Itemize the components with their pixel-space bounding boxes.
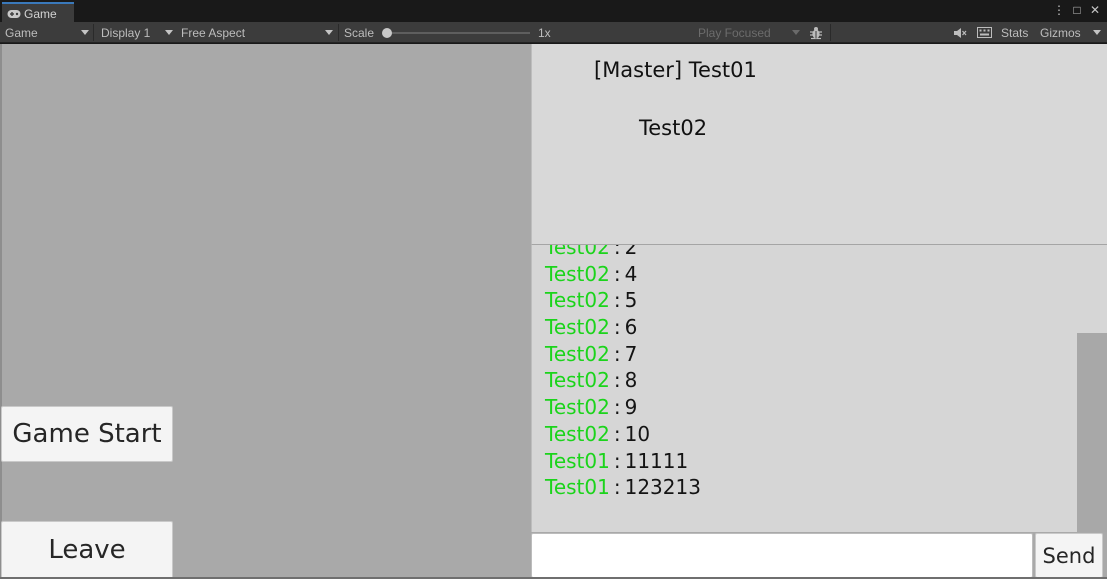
chat-sender-name: Test02 (545, 421, 610, 446)
player-entry-master: [Master] Test01 (594, 58, 757, 82)
toolbar-divider (93, 24, 94, 41)
game-view-toolbar: Game Display 1 Free Aspect Scale 1x Play… (0, 22, 1107, 43)
chat-sender-name: Test02 (545, 245, 610, 259)
play-mode-label: Play Focused (698, 25, 771, 40)
chat-separator: : (613, 395, 621, 420)
leave-button[interactable]: Leave (1, 521, 173, 579)
chevron-down-icon (165, 30, 173, 35)
chat-message: Test01:123213 (545, 474, 701, 501)
chat-message: Test02:2 (545, 245, 701, 261)
play-mode-dropdown[interactable]: Play Focused (698, 22, 802, 43)
chat-message-text: 7 (624, 341, 638, 366)
chat-message: Test02:10 (545, 421, 701, 448)
chat-message: Test02:5 (545, 287, 701, 314)
scale-slider-track[interactable] (386, 32, 530, 34)
chat-separator: : (613, 288, 621, 313)
scale-label: Scale (344, 25, 375, 40)
chat-sender-name: Test01 (545, 475, 610, 500)
gamepad-icon (7, 10, 21, 18)
game-start-button[interactable]: Game Start (1, 406, 173, 462)
chat-message-text: 123213 (624, 475, 701, 500)
chat-message: Test02:6 (545, 314, 701, 341)
scale-value: 1x (538, 25, 551, 40)
bug-icon[interactable] (809, 22, 823, 43)
chat-message-text: 5 (624, 288, 638, 313)
stats-button[interactable]: Stats (1001, 22, 1028, 43)
scale-slider-handle[interactable] (382, 28, 392, 38)
chat-separator: : (613, 341, 621, 366)
chevron-down-icon (81, 30, 89, 35)
chat-message: Test02:4 (545, 261, 701, 288)
display-dropdown[interactable]: Display 1 (101, 22, 175, 43)
aspect-label: Free Aspect (181, 25, 246, 40)
view-mode-dropdown[interactable]: Game (5, 22, 90, 43)
chevron-down-icon (792, 30, 800, 35)
display-label: Display 1 (101, 25, 151, 40)
chat-message-text: 9 (624, 395, 638, 420)
chat-message-text: 8 (624, 368, 638, 393)
chat-message-text: 10 (624, 421, 651, 446)
chat-message-text: 6 (624, 315, 638, 340)
chat-separator: : (613, 448, 621, 473)
viewport-edge (0, 44, 2, 579)
chat-message-text: 11111 (624, 448, 689, 473)
chevron-down-icon (325, 30, 333, 35)
window-tab-bar: Game ⋮ □ ✕ (0, 0, 1107, 22)
keyboard-icon[interactable] (977, 22, 992, 43)
send-button[interactable]: Send (1035, 533, 1103, 578)
chat-message-text: 2 (624, 245, 638, 259)
chat-separator: : (613, 368, 621, 393)
chat-separator: : (613, 475, 621, 500)
chat-separator: : (613, 421, 621, 446)
tab-label: Game (24, 7, 57, 21)
chat-separator: : (613, 315, 621, 340)
chevron-down-icon (1093, 30, 1101, 35)
chat-message-list: Test02:2 Test02:4 Test02:5 Test02:6 Test02:7… (545, 245, 701, 501)
aspect-dropdown[interactable]: Free Aspect (181, 22, 333, 43)
chat-input[interactable] (531, 533, 1033, 578)
player-entry: Test02 (639, 116, 708, 140)
chat-message-text: 4 (624, 261, 638, 286)
chat-message: Test01:11111 (545, 448, 701, 475)
tab-game[interactable]: Game (2, 2, 74, 22)
player-list-panel: [Master] Test01 Test02 (531, 44, 1107, 245)
chat-sender-name: Test02 (545, 368, 610, 393)
close-icon[interactable]: ✕ (1089, 3, 1101, 17)
view-mode-label: Game (5, 25, 38, 40)
chat-sender-name: Test02 (545, 261, 610, 286)
chat-sender-name: Test02 (545, 315, 610, 340)
chat-message: Test02:9 (545, 394, 701, 421)
chat-log-panel[interactable]: Test02:2 Test02:4 Test02:5 Test02:6 Test02:7… (531, 245, 1107, 532)
more-options-icon[interactable]: ⋮ (1053, 3, 1065, 17)
gizmos-dropdown[interactable]: Gizmos (1040, 22, 1104, 43)
chat-message: Test02:8 (545, 367, 701, 394)
window-controls: ⋮ □ ✕ (1053, 3, 1101, 17)
chat-message: Test02:7 (545, 341, 701, 368)
chat-sender-name: Test01 (545, 448, 610, 473)
chat-scrollbar[interactable] (1077, 333, 1107, 532)
mute-audio-icon[interactable] (953, 22, 967, 43)
chat-sender-name: Test02 (545, 395, 610, 420)
chat-separator: : (613, 245, 621, 259)
gizmos-label: Gizmos (1040, 25, 1081, 40)
toolbar-divider (830, 24, 831, 41)
toolbar-divider (338, 24, 339, 41)
chat-sender-name: Test02 (545, 288, 610, 313)
chat-separator: : (613, 261, 621, 286)
chat-sender-name: Test02 (545, 341, 610, 366)
maximize-icon[interactable]: □ (1071, 3, 1083, 17)
